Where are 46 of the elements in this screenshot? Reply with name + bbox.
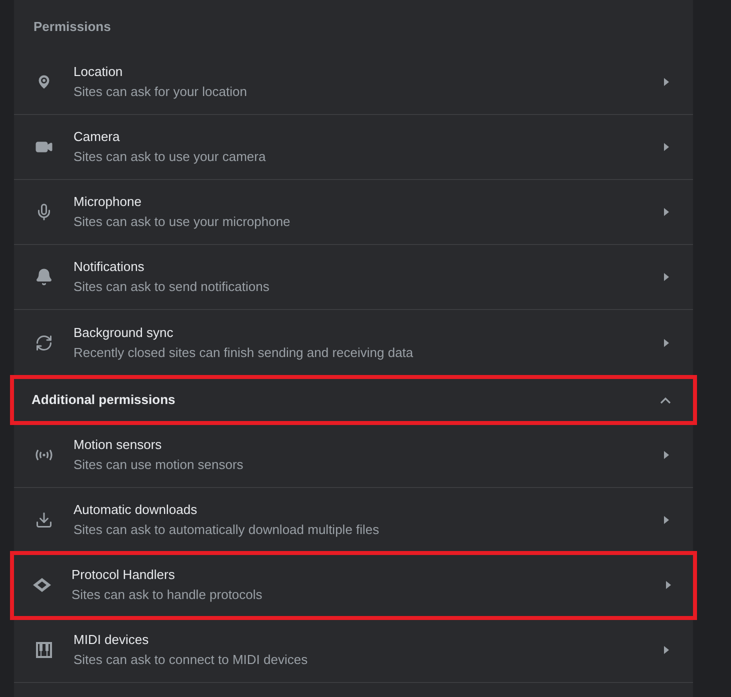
- chevron-up-icon: [660, 396, 670, 404]
- permission-description: Recently closed sites can finish sending and receiving data: [74, 344, 414, 362]
- motion-waves-icon: [34, 448, 54, 462]
- chevron-right-icon: [664, 78, 668, 86]
- permission-title: Location: [74, 63, 124, 81]
- permission-title: Notifications: [74, 258, 146, 276]
- chevron-right-icon: [664, 516, 668, 524]
- permission-title: Background sync: [74, 324, 174, 342]
- sync-arrows-icon: [34, 334, 52, 352]
- permission-title: Automatic downloads: [74, 501, 198, 519]
- permission-row[interactable]: Camera Sites can ask to use your camera: [14, 115, 692, 180]
- permission-row[interactable]: Microphone Sites can ask to use your microphone: [14, 180, 692, 245]
- permission-description: Sites can ask to use your microphone: [74, 213, 292, 231]
- diamond-code-icon: [32, 578, 50, 592]
- permission-description: Sites can ask to handle protocols: [72, 586, 264, 604]
- permission-description: Sites can ask to use your camera: [74, 148, 267, 166]
- permission-title: Protocol Handlers: [72, 566, 176, 584]
- additional-permissions-title: Additional permissions: [32, 391, 176, 410]
- chevron-right-icon: [664, 208, 668, 216]
- permission-row[interactable]: Notifications Sites can ask to send notifications: [14, 245, 692, 310]
- permission-description: Sites can ask to automatically download multiple files: [74, 521, 380, 539]
- permission-title: Camera: [74, 128, 121, 146]
- chevron-right-icon: [664, 646, 668, 654]
- permission-row[interactable]: Background sync Recently closed sites can finish sending and receiving data: [14, 310, 692, 375]
- chevron-right-icon: [664, 338, 668, 346]
- chevron-right-icon: [664, 143, 668, 151]
- permission-description: Sites can ask to send notifications: [74, 278, 270, 296]
- permission-description: Sites can ask for your location: [74, 83, 248, 101]
- permission-description: Sites can ask to connect to MIDI devices: [74, 651, 309, 669]
- permission-row[interactable]: Automatic downloads Sites can ask to automatically download multiple files: [14, 488, 692, 553]
- section-heading: Permissions: [32, 18, 112, 36]
- permission-title: MIDI devices: [74, 631, 150, 649]
- permission-row[interactable]: Location Sites can ask for your location: [14, 50, 692, 115]
- piano-keys-icon: [36, 642, 52, 658]
- permission-description: Sites can use motion sensors: [74, 456, 244, 474]
- additional-permissions-header[interactable]: Additional permissions: [12, 377, 694, 423]
- permission-title: Motion sensors: [74, 436, 163, 454]
- permission-row[interactable]: Protocol Handlers Sites can ask to handle protocols: [12, 553, 694, 618]
- chevron-right-icon: [664, 451, 668, 459]
- chevron-right-icon: [666, 581, 670, 589]
- permission-row[interactable]: Motion sensors Sites can use motion sensors: [14, 423, 692, 488]
- bell-icon: [34, 268, 52, 286]
- permission-row[interactable]: MIDI devices Sites can ask to connect to MIDI devices: [14, 618, 692, 683]
- permission-title: Microphone: [74, 193, 142, 211]
- download-icon: [34, 511, 52, 529]
- chevron-right-icon: [664, 273, 668, 281]
